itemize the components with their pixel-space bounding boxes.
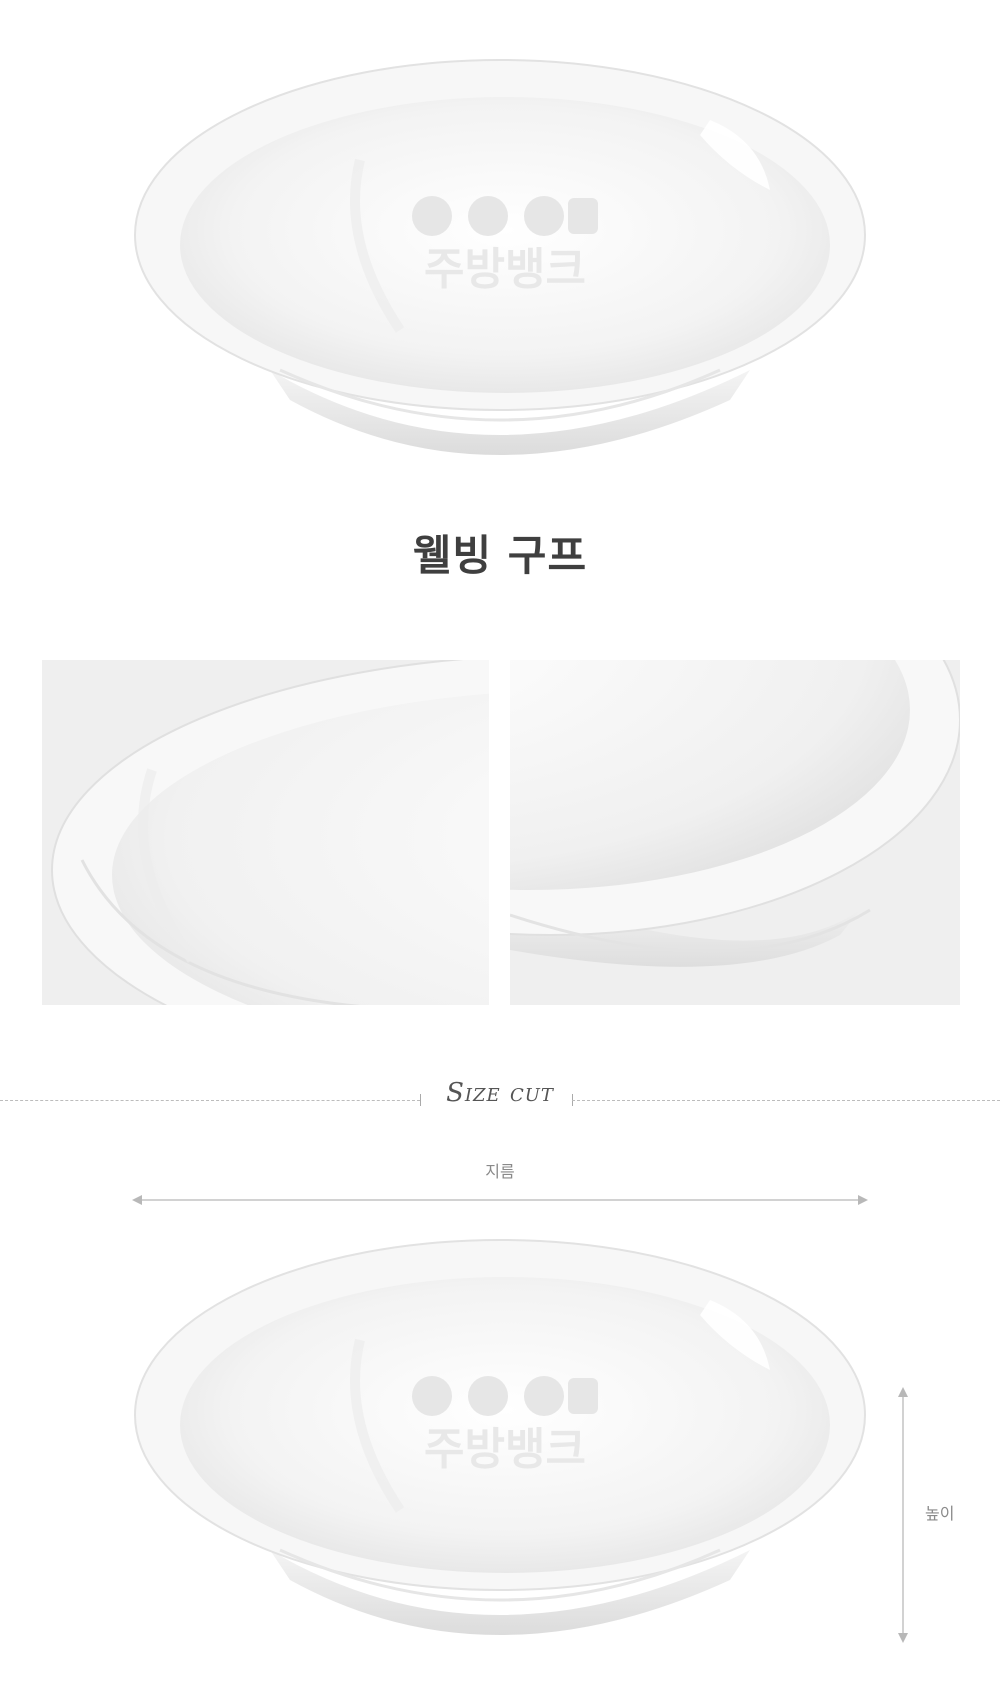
height-arrow (898, 1387, 908, 1643)
detail-photo-right (510, 660, 960, 1005)
watermark-text: 주방뱅크 (424, 1424, 586, 1475)
watermark-logo-2: 주방뱅크 (410, 1370, 600, 1476)
diameter-label: 지름 (485, 1162, 515, 1181)
chef-hat-logo-icon (412, 1376, 598, 1416)
product-title: 웰빙 구프 (412, 531, 588, 580)
bowl-rim-closeup-image (51, 660, 489, 1005)
divider-right (572, 1100, 1000, 1101)
size-cut-heading: Size cut (446, 1078, 554, 1108)
chef-hat-logo-icon (412, 196, 598, 236)
watermark-text: 주방뱅크 (424, 244, 586, 295)
diameter-arrow (132, 1195, 868, 1205)
detail-photo-left (42, 660, 489, 1005)
watermark-logo: 주방뱅크 (410, 190, 600, 296)
height-label: 높이 (925, 1504, 955, 1523)
bowl-base-closeup-image (510, 660, 960, 967)
divider-left (0, 1100, 420, 1101)
